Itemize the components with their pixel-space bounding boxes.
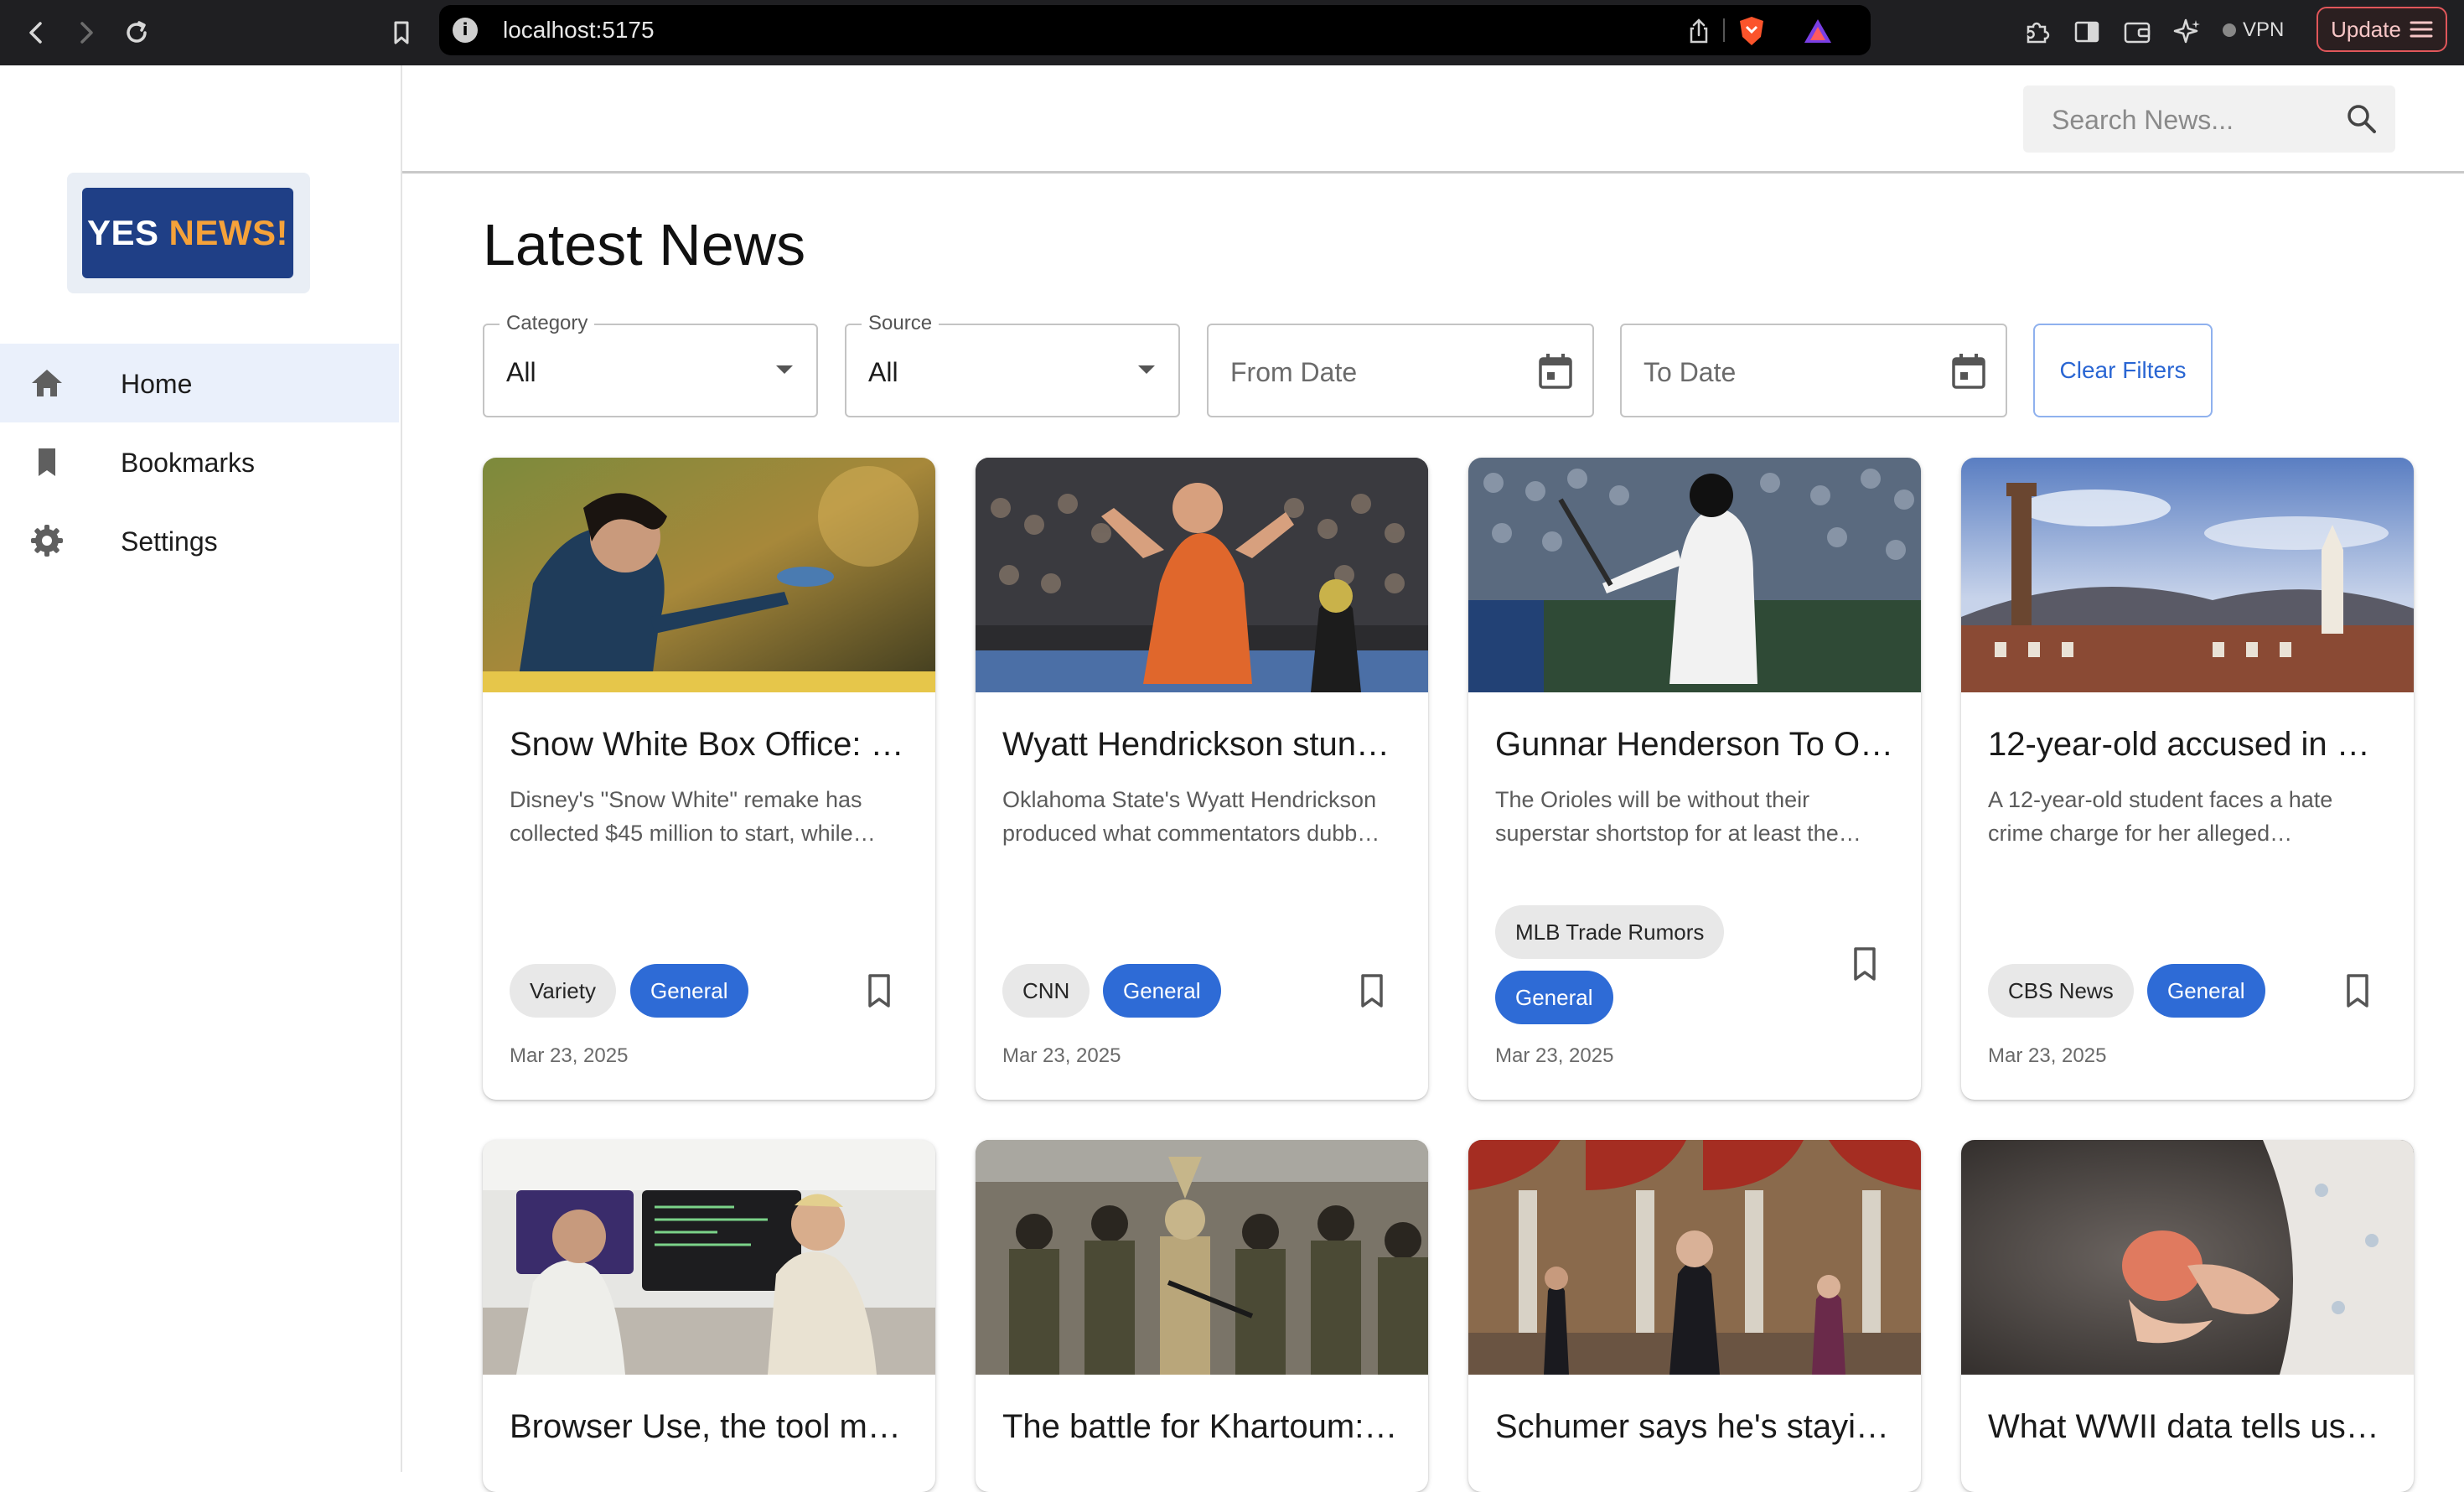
clear-filters-button[interactable]: Clear Filters [2033, 324, 2213, 417]
sidebar-toggle-icon[interactable] [2070, 15, 2104, 49]
article-title[interactable]: Snow White Box Office: … [510, 726, 915, 764]
extensions-icon[interactable] [2020, 15, 2053, 49]
article-image[interactable] [976, 458, 1428, 692]
update-label: Update [2331, 16, 2401, 42]
article-title[interactable]: Browser Use, the tool m… [510, 1408, 915, 1446]
category-select[interactable]: Category All [483, 312, 818, 417]
vpn-label: VPN [2243, 18, 2285, 41]
back-icon[interactable] [18, 15, 54, 50]
search-input[interactable] [2050, 102, 2338, 137]
source-value: All [868, 357, 898, 387]
article-date: Mar 23, 2025 [1495, 1044, 1614, 1067]
sidebar-item-settings[interactable]: Settings [0, 501, 399, 580]
category-label: Category [500, 312, 595, 335]
reload-icon[interactable] [119, 15, 154, 50]
wallet-icon[interactable] [2120, 15, 2154, 49]
chevron-down-icon [776, 365, 793, 374]
brave-shield-icon[interactable] [1737, 15, 1767, 47]
sidebar-item-label: Home [121, 369, 193, 399]
article-title[interactable]: What WWII data tells us… [1988, 1408, 2394, 1446]
address-bar[interactable]: localhost:5175 [439, 5, 1871, 55]
article-image[interactable] [483, 1140, 935, 1375]
article-date: Mar 23, 2025 [1002, 1044, 1121, 1067]
calendar-icon[interactable] [1950, 352, 1987, 391]
bookmark-page-icon[interactable] [384, 15, 419, 50]
sidebar-item-home[interactable]: Home [0, 344, 399, 422]
source-chip[interactable]: MLB Trade Rumors [1495, 905, 1725, 959]
bookmark-icon[interactable] [863, 972, 895, 1009]
calendar-icon[interactable] [1537, 352, 1574, 391]
search-icon[interactable] [2345, 102, 2379, 136]
news-card[interactable]: Schumer says he's stayi… [1468, 1140, 1921, 1492]
article-description: The Orioles will be without their supers… [1495, 787, 1861, 846]
vpn-status-icon [2223, 23, 2236, 37]
bookmark-icon[interactable] [2342, 972, 2373, 1009]
from-date-field[interactable]: From Date [1207, 324, 1594, 417]
logo-word-yes: YES [86, 213, 159, 252]
divider [1723, 18, 1725, 42]
vpn-button[interactable]: VPN [2223, 13, 2284, 47]
article-title[interactable]: Gunnar Henderson To O… [1495, 726, 1901, 764]
source-chip[interactable]: CNN [1002, 964, 1090, 1018]
news-card[interactable]: 12-year-old accused in … A 12-year-old s… [1961, 458, 2414, 1100]
news-card[interactable]: Snow White Box Office: … Disney's "Snow … [483, 458, 935, 1100]
news-card[interactable]: Browser Use, the tool m… [483, 1140, 935, 1492]
menu-icon [2410, 21, 2433, 38]
news-card[interactable]: Wyatt Hendrickson stun… Oklahoma State's… [976, 458, 1428, 1100]
to-date-field[interactable]: To Date [1620, 324, 2007, 417]
article-title[interactable]: The battle for Khartoum:… [1002, 1408, 1408, 1446]
from-date-placeholder: From Date [1230, 357, 1358, 387]
article-description: A 12-year-old student faces a hate crime… [1988, 787, 2333, 846]
category-chip[interactable]: General [1495, 971, 1613, 1024]
source-select[interactable]: Source All [845, 312, 1180, 417]
gear-icon [28, 522, 65, 559]
browser-toolbar: localhost:5175 VPN Update [0, 0, 2464, 65]
rewards-icon[interactable] [1802, 17, 1834, 45]
article-image[interactable] [483, 458, 935, 692]
article-image[interactable] [976, 1140, 1428, 1375]
source-chip[interactable]: CBS News [1988, 964, 2134, 1018]
article-title[interactable]: Wyatt Hendrickson stun… [1002, 726, 1408, 764]
page-title: Latest News [483, 212, 806, 277]
news-card[interactable]: Gunnar Henderson To O… The Orioles will … [1468, 458, 1921, 1100]
bookmark-icon [28, 443, 65, 480]
forward-icon[interactable] [69, 15, 104, 50]
logo-container[interactable]: YES NEWS! [67, 173, 310, 293]
news-card[interactable]: The battle for Khartoum:… [976, 1140, 1428, 1492]
article-date: Mar 23, 2025 [1988, 1044, 2107, 1067]
category-value: All [506, 357, 536, 387]
chevron-down-icon [1138, 365, 1155, 374]
sidebar-item-label: Bookmarks [121, 448, 256, 478]
logo: YES NEWS! [82, 188, 293, 278]
article-description: Oklahoma State's Wyatt Hendrickson produ… [1002, 787, 1380, 846]
search-box[interactable] [2023, 85, 2395, 153]
article-image[interactable] [1468, 1140, 1921, 1375]
to-date-placeholder: To Date [1644, 357, 1737, 387]
address-url: localhost:5175 [503, 17, 655, 43]
news-card[interactable]: What WWII data tells us… [1961, 1140, 2414, 1492]
sidebar-item-label: Settings [121, 526, 218, 557]
source-label: Source [862, 312, 940, 335]
article-date: Mar 23, 2025 [510, 1044, 629, 1067]
ai-assistant-icon[interactable] [2171, 15, 2204, 49]
site-info-icon[interactable] [453, 18, 478, 43]
home-icon [28, 365, 65, 401]
article-description: Disney's "Snow White" remake has collect… [510, 787, 876, 846]
category-chip[interactable]: General [1103, 964, 1221, 1018]
update-button[interactable]: Update [2316, 7, 2447, 52]
sidebar-item-bookmarks[interactable]: Bookmarks [0, 422, 399, 501]
article-image[interactable] [1468, 458, 1921, 692]
logo-word-news: NEWS! [168, 213, 289, 252]
category-chip[interactable]: General [2147, 964, 2265, 1018]
source-chip[interactable]: Variety [510, 964, 616, 1018]
article-title[interactable]: Schumer says he's stayi… [1495, 1408, 1901, 1446]
article-title[interactable]: 12-year-old accused in … [1988, 726, 2394, 764]
sidebar: YES NEWS! Home Bookmarks Settings [0, 65, 402, 1472]
article-image[interactable] [1961, 1140, 2414, 1375]
article-image[interactable] [1961, 458, 2414, 692]
share-icon[interactable] [1685, 17, 1713, 45]
category-chip[interactable]: General [630, 964, 748, 1018]
bookmark-icon[interactable] [1849, 945, 1881, 982]
bookmark-icon[interactable] [1356, 972, 1388, 1009]
